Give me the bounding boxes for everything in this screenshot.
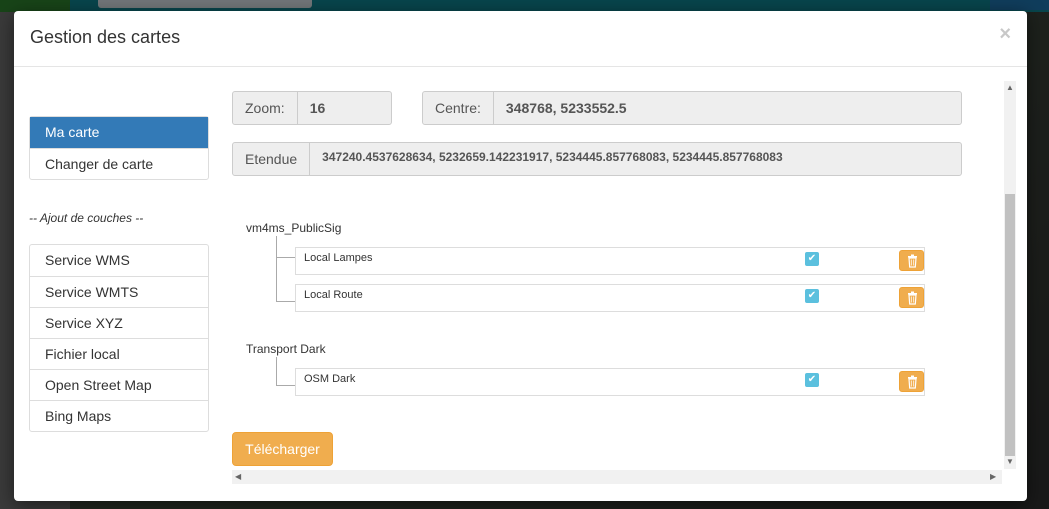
- tree-connector: [276, 301, 295, 302]
- modal-header: Gestion des cartes ×: [14, 11, 1027, 67]
- layer-name: OSM Dark: [304, 373, 356, 385]
- layer-group-title: Transport Dark: [246, 342, 326, 356]
- service-wmts[interactable]: Service WMTS: [30, 276, 208, 307]
- layer-row: Local Route ✔: [295, 284, 925, 312]
- layer-group-title: vm4ms_PublicSig: [246, 221, 342, 235]
- nav-my-map[interactable]: Ma carte: [30, 117, 208, 148]
- trash-icon: [908, 254, 917, 268]
- maps-management-modal: Gestion des cartes × Ma carte Changer de…: [14, 11, 1027, 501]
- center-field: Centre: 348768, 5233552.5: [422, 91, 962, 125]
- tree-connector: [276, 385, 295, 386]
- delete-layer-button[interactable]: [899, 287, 924, 308]
- tree-connector: [276, 257, 295, 258]
- layer-row: OSM Dark ✔: [295, 368, 925, 396]
- extent-field: Etendue 347240.4537628634, 5232659.14223…: [232, 142, 962, 176]
- nav-change-map[interactable]: Changer de carte: [30, 148, 208, 179]
- scroll-right-icon[interactable]: ▶: [990, 472, 996, 481]
- center-label: Centre:: [423, 92, 494, 124]
- layer-visible-checkbox[interactable]: ✔: [805, 289, 819, 303]
- trash-icon: [908, 291, 917, 305]
- zoom-label: Zoom:: [233, 92, 298, 124]
- vertical-scrollbar[interactable]: ▲ ▼: [1004, 81, 1016, 469]
- close-button[interactable]: ×: [999, 23, 1011, 46]
- trash-icon: [908, 375, 917, 389]
- tree-connector: [276, 357, 277, 386]
- tree-connector: [276, 236, 277, 302]
- layer-name: Local Lampes: [304, 252, 373, 264]
- extent-label: Etendue: [233, 143, 311, 175]
- add-layers-separator: -- Ajout de couches --: [29, 211, 144, 225]
- scroll-left-icon[interactable]: ◀: [235, 472, 241, 481]
- modal-sidebar: Ma carte Changer de carte -- Ajout de co…: [29, 116, 209, 432]
- bing-maps[interactable]: Bing Maps: [30, 400, 208, 431]
- local-file[interactable]: Fichier local: [30, 338, 208, 369]
- center-value: 348768, 5233552.5: [505, 100, 627, 116]
- open-street-map[interactable]: Open Street Map: [30, 369, 208, 400]
- extent-value: 347240.4537628634, 5232659.142231917, 52…: [322, 150, 783, 164]
- delete-layer-button[interactable]: [899, 250, 924, 271]
- layer-visible-checkbox[interactable]: ✔: [805, 373, 819, 387]
- download-button[interactable]: Télécharger: [232, 432, 333, 466]
- service-xyz[interactable]: Service XYZ: [30, 307, 208, 338]
- layer-name: Local Route: [304, 289, 363, 301]
- layer-visible-checkbox[interactable]: ✔: [805, 252, 819, 266]
- delete-layer-button[interactable]: [899, 371, 924, 392]
- scroll-up-icon[interactable]: ▲: [1006, 83, 1014, 92]
- map-nav-list: Ma carte Changer de carte: [29, 116, 209, 180]
- map-details-panel: Zoom: 16 Centre: 348768, 5233552.5 Etend…: [232, 81, 1020, 486]
- zoom-value: 16: [309, 100, 326, 116]
- scrollbar-thumb[interactable]: [1005, 194, 1015, 456]
- services-list: Service WMS Service WMTS Service XYZ Fic…: [29, 244, 209, 432]
- horizontal-scrollbar[interactable]: ◀ ▶: [232, 470, 1002, 484]
- zoom-field: Zoom: 16: [232, 91, 392, 125]
- scroll-down-icon[interactable]: ▼: [1006, 457, 1014, 466]
- modal-title: Gestion des cartes: [30, 27, 181, 47]
- layer-row: Local Lampes ✔: [295, 247, 925, 275]
- service-wms[interactable]: Service WMS: [30, 245, 208, 276]
